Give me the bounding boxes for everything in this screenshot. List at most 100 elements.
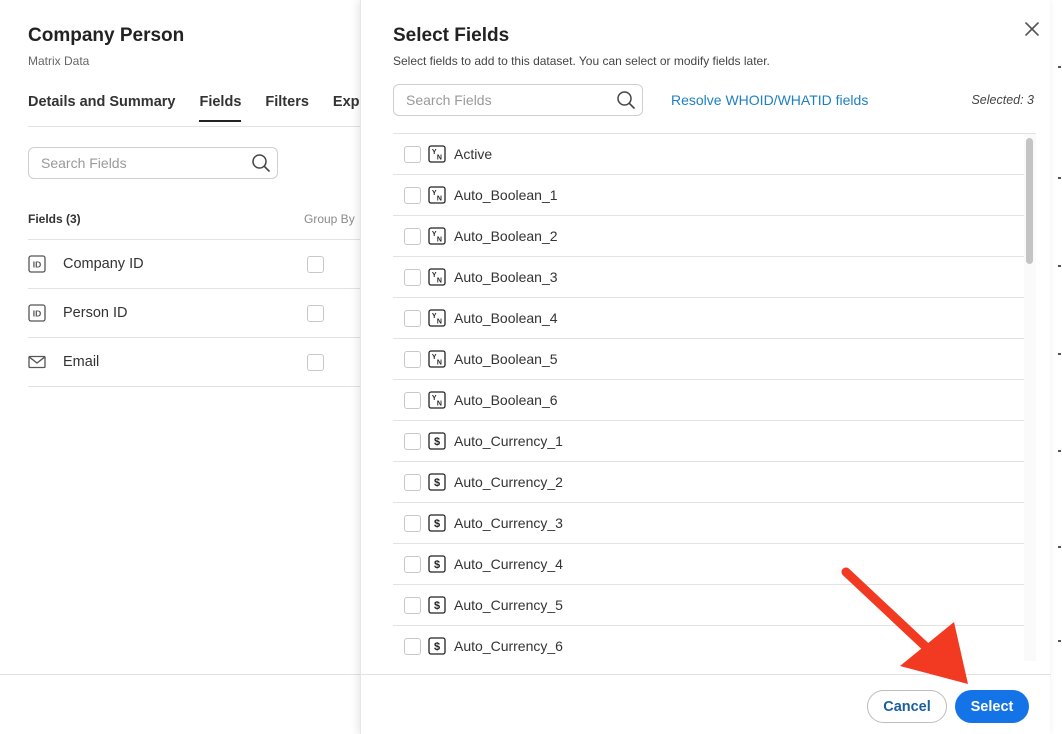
field-option-checkbox[interactable] bbox=[404, 186, 421, 204]
field-option-row[interactable]: Y N Auto_Boolean_2 bbox=[393, 216, 1024, 257]
background-search-input[interactable] bbox=[41, 148, 241, 178]
currency-type-icon: $ bbox=[428, 473, 446, 491]
field-option-row[interactable]: Y N Auto_Boolean_6 bbox=[393, 380, 1024, 421]
field-row-email: Email bbox=[28, 338, 368, 387]
available-fields-list: Y N Active Y N Auto_Boolean_1 Y N Auto_Boolean_2… bbox=[393, 133, 1036, 661]
cancel-button[interactable]: Cancel bbox=[867, 690, 947, 723]
list-scrollbar[interactable] bbox=[1024, 134, 1036, 661]
svg-text:$: $ bbox=[434, 641, 440, 653]
svg-text:$: $ bbox=[434, 436, 440, 448]
selected-count: Selected: 3 bbox=[971, 93, 1034, 107]
field-option-row[interactable]: Y N Auto_Boolean_1 bbox=[393, 175, 1024, 216]
field-row-person-id: ID Person ID bbox=[28, 289, 368, 338]
field-option-row[interactable]: $ Auto_Currency_4 bbox=[393, 544, 1024, 585]
group-by-checkbox[interactable] bbox=[307, 354, 324, 371]
boolean-type-icon: YN bbox=[428, 268, 446, 286]
svg-text:N: N bbox=[437, 236, 442, 243]
svg-text:$: $ bbox=[434, 600, 440, 612]
field-option-label: Auto_Currency_2 bbox=[454, 474, 563, 490]
field-option-checkbox[interactable] bbox=[404, 637, 421, 655]
currency-type-icon: $ bbox=[428, 596, 446, 614]
svg-text:ID: ID bbox=[33, 309, 42, 319]
svg-text:N: N bbox=[437, 400, 442, 407]
dialog-search-input[interactable] bbox=[406, 85, 606, 115]
dialog-title: Select Fields bbox=[393, 25, 510, 46]
search-icon[interactable] bbox=[251, 153, 271, 178]
page-subtitle: Matrix Data bbox=[28, 54, 90, 68]
tab-bar: Details and Summary Fields Filters Expo bbox=[28, 94, 368, 122]
field-option-checkbox[interactable] bbox=[404, 309, 421, 327]
boolean-type-icon: YN bbox=[428, 227, 446, 245]
id-icon: ID bbox=[28, 304, 46, 322]
currency-type-icon: $ bbox=[428, 637, 446, 655]
scrollbar-thumb[interactable] bbox=[1026, 138, 1033, 264]
svg-text:N: N bbox=[437, 318, 442, 325]
currency-type-icon: $ bbox=[428, 514, 446, 532]
field-option-checkbox[interactable] bbox=[404, 555, 421, 573]
fields-count-header: Fields (3) bbox=[28, 212, 81, 226]
svg-text:N: N bbox=[437, 195, 442, 202]
id-icon: ID bbox=[28, 255, 46, 273]
field-option-label: Auto_Currency_6 bbox=[454, 638, 563, 654]
field-option-row[interactable]: $ Auto_Currency_2 bbox=[393, 462, 1024, 503]
tab-filters[interactable]: Filters bbox=[265, 94, 309, 122]
field-option-row[interactable]: $ Auto_Currency_5 bbox=[393, 585, 1024, 626]
field-option-checkbox[interactable] bbox=[404, 227, 421, 245]
select-fields-dialog: Select Fields Select fields to add to th… bbox=[360, 0, 1051, 734]
field-option-row[interactable]: $ Auto_Currency_6 bbox=[393, 626, 1024, 661]
field-row-company-id: ID Company ID bbox=[28, 240, 368, 289]
page-title: Company Person bbox=[28, 25, 185, 46]
field-option-label: Auto_Currency_5 bbox=[454, 597, 563, 613]
search-icon[interactable] bbox=[616, 90, 636, 115]
svg-text:$: $ bbox=[434, 559, 440, 571]
field-option-checkbox[interactable] bbox=[404, 514, 421, 532]
field-label: Company ID bbox=[63, 256, 144, 272]
tab-details-and-summary[interactable]: Details and Summary bbox=[28, 94, 175, 122]
field-option-row[interactable]: Y N Active bbox=[393, 134, 1024, 175]
field-label: Person ID bbox=[63, 305, 128, 321]
currency-type-icon: $ bbox=[428, 432, 446, 450]
field-option-row[interactable]: Y N Auto_Boolean_3 bbox=[393, 257, 1024, 298]
boolean-type-icon: YN bbox=[428, 186, 446, 204]
close-icon[interactable] bbox=[1023, 20, 1041, 38]
tab-fields[interactable]: Fields bbox=[199, 94, 241, 122]
boolean-type-icon: YN bbox=[428, 309, 446, 327]
select-button[interactable]: Select bbox=[955, 690, 1029, 723]
field-option-label: Auto_Boolean_4 bbox=[454, 310, 558, 326]
svg-text:ID: ID bbox=[33, 260, 42, 270]
field-option-row[interactable]: $ Auto_Currency_1 bbox=[393, 421, 1024, 462]
svg-text:$: $ bbox=[434, 477, 440, 489]
svg-text:$: $ bbox=[434, 518, 440, 530]
dialog-footer-divider bbox=[361, 674, 1051, 675]
currency-type-icon: $ bbox=[428, 555, 446, 573]
field-label: Email bbox=[63, 354, 100, 370]
field-option-checkbox[interactable] bbox=[404, 432, 421, 450]
field-option-checkbox[interactable] bbox=[404, 473, 421, 491]
field-option-checkbox[interactable] bbox=[404, 391, 421, 409]
field-option-label: Auto_Boolean_2 bbox=[454, 228, 558, 244]
svg-text:N: N bbox=[437, 277, 442, 284]
group-by-checkbox[interactable] bbox=[307, 305, 324, 322]
field-option-label: Auto_Boolean_1 bbox=[454, 187, 558, 203]
field-option-checkbox[interactable] bbox=[404, 596, 421, 614]
selected-fields-list: ID Company ID ID Person ID Email bbox=[28, 239, 368, 387]
dialog-subtitle: Select fields to add to this dataset. Yo… bbox=[393, 54, 770, 68]
field-option-row[interactable]: Y N Auto_Boolean_5 bbox=[393, 339, 1024, 380]
field-option-checkbox[interactable] bbox=[404, 350, 421, 368]
field-option-checkbox[interactable] bbox=[404, 145, 421, 163]
field-option-label: Auto_Boolean_5 bbox=[454, 351, 558, 367]
field-option-checkbox[interactable] bbox=[404, 268, 421, 286]
svg-text:N: N bbox=[437, 154, 442, 161]
background-edge-marks bbox=[1050, 0, 1062, 734]
field-option-label: Auto_Currency_1 bbox=[454, 433, 563, 449]
field-option-label: Auto_Boolean_6 bbox=[454, 392, 558, 408]
field-option-label: Auto_Currency_3 bbox=[454, 515, 563, 531]
boolean-type-icon: YN bbox=[428, 350, 446, 368]
resolve-whoid-whatid-link[interactable]: Resolve WHOID/WHATID fields bbox=[671, 92, 868, 108]
svg-text:N: N bbox=[437, 359, 442, 366]
field-option-label: Active bbox=[454, 146, 493, 162]
field-option-label: Auto_Boolean_3 bbox=[454, 269, 558, 285]
group-by-checkbox[interactable] bbox=[307, 256, 324, 273]
field-option-row[interactable]: $ Auto_Currency_3 bbox=[393, 503, 1024, 544]
field-option-row[interactable]: Y N Auto_Boolean_4 bbox=[393, 298, 1024, 339]
